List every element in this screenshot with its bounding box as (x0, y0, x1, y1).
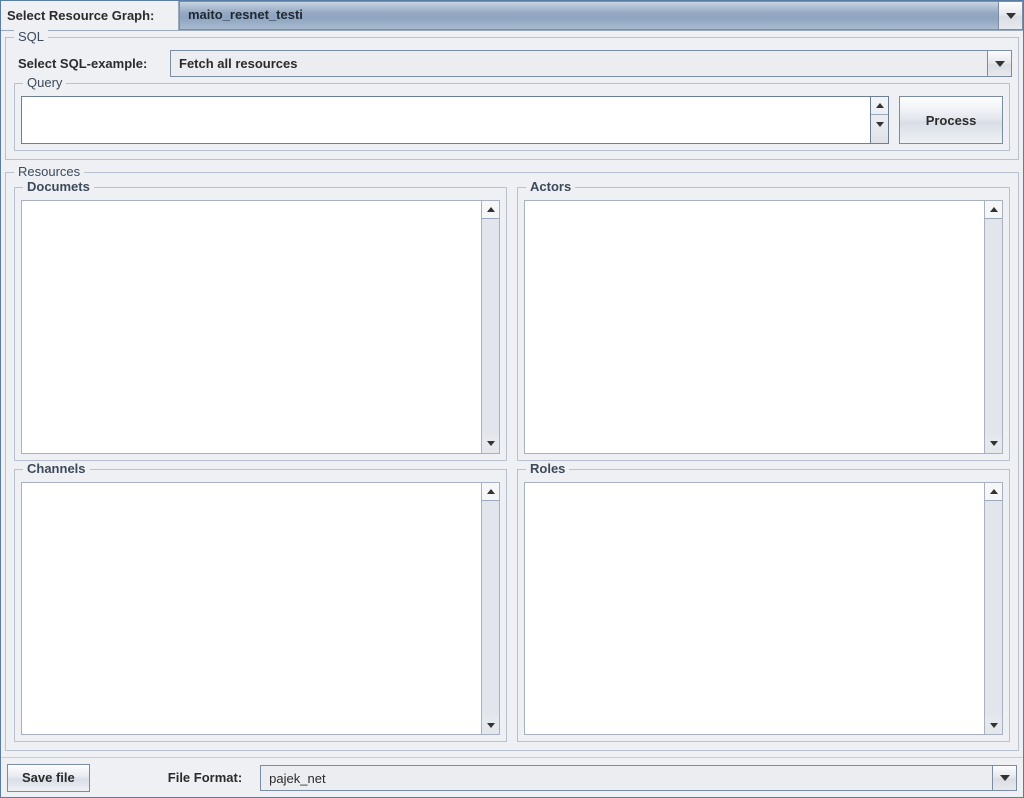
roles-list[interactable] (525, 483, 984, 735)
sql-example-dropdown-button[interactable] (988, 50, 1012, 77)
actors-scrollbar[interactable] (984, 201, 1002, 453)
roles-list-wrap (524, 482, 1003, 736)
sql-example-label: Select SQL-example: (12, 50, 170, 77)
documents-scroll-up-button[interactable] (482, 201, 499, 219)
documents-panel: Documets (14, 187, 507, 461)
documents-list[interactable] (22, 201, 481, 453)
actors-list[interactable] (525, 201, 984, 453)
file-format-combo[interactable]: pajek_net (260, 765, 1017, 791)
channels-scroll-up-button[interactable] (482, 483, 499, 501)
sql-example-combo[interactable]: Fetch all resources (170, 50, 1012, 77)
chevron-down-icon (995, 61, 1005, 67)
documents-list-wrap (21, 200, 500, 454)
process-button[interactable]: Process (899, 96, 1003, 144)
actors-list-wrap (524, 200, 1003, 454)
documents-scroll-track[interactable] (482, 219, 499, 435)
actors-scroll-track[interactable] (985, 219, 1002, 435)
file-format-value: pajek_net (260, 765, 993, 791)
query-scroll-up-button[interactable] (871, 97, 888, 115)
chevron-down-icon (876, 122, 884, 127)
channels-scroll-track[interactable] (482, 501, 499, 717)
resource-graph-combo[interactable]: maito_resnet_testi (179, 1, 1023, 30)
channels-scroll-down-button[interactable] (482, 716, 499, 734)
roles-legend: Roles (526, 461, 569, 476)
main-window: Select Resource Graph: maito_resnet_test… (0, 0, 1024, 798)
chevron-up-icon (990, 489, 998, 494)
resource-graph-row: Select Resource Graph: maito_resnet_test… (1, 1, 1023, 31)
chevron-down-icon (1006, 13, 1016, 19)
query-textarea-wrap (21, 96, 889, 144)
roles-scrollbar[interactable] (984, 483, 1002, 735)
channels-panel: Channels (14, 469, 507, 743)
query-group: Query Process (14, 83, 1010, 151)
resource-graph-label: Select Resource Graph: (1, 1, 179, 30)
chevron-down-icon (1000, 775, 1010, 781)
save-file-button[interactable]: Save file (7, 764, 90, 792)
chevron-up-icon (487, 207, 495, 212)
query-scrollbar[interactable] (870, 97, 888, 143)
documents-scroll-down-button[interactable] (482, 435, 499, 453)
chevron-down-icon (487, 723, 495, 728)
roles-scroll-track[interactable] (985, 501, 1002, 717)
bottom-row: Save file File Format: pajek_net (1, 757, 1023, 797)
documents-scrollbar[interactable] (481, 201, 499, 453)
actors-scroll-up-button[interactable] (985, 201, 1002, 219)
channels-list[interactable] (22, 483, 481, 735)
chevron-up-icon (876, 103, 884, 108)
sql-legend: SQL (14, 29, 48, 44)
query-input[interactable] (22, 97, 870, 143)
documents-legend: Documets (23, 179, 94, 194)
roles-scroll-down-button[interactable] (985, 716, 1002, 734)
resource-graph-value: maito_resnet_testi (179, 1, 999, 30)
channels-list-wrap (21, 482, 500, 736)
roles-panel: Roles (517, 469, 1010, 743)
channels-scrollbar[interactable] (481, 483, 499, 735)
resources-legend: Resources (14, 164, 84, 179)
chevron-down-icon (990, 723, 998, 728)
resources-group: Resources Documets Actors (5, 172, 1019, 751)
channels-legend: Channels (23, 461, 90, 476)
chevron-up-icon (990, 207, 998, 212)
query-row: Process (21, 96, 1003, 144)
sql-example-row: Select SQL-example: Fetch all resources (12, 50, 1012, 77)
actors-panel: Actors (517, 187, 1010, 461)
roles-scroll-up-button[interactable] (985, 483, 1002, 501)
query-legend: Query (23, 75, 66, 90)
sql-example-value: Fetch all resources (170, 50, 988, 77)
file-format-dropdown-button[interactable] (993, 765, 1017, 791)
resources-grid: Documets Actors (12, 185, 1012, 744)
query-scroll-down-button[interactable] (871, 115, 888, 133)
chevron-down-icon (487, 441, 495, 446)
actors-scroll-down-button[interactable] (985, 435, 1002, 453)
chevron-down-icon (990, 441, 998, 446)
actors-legend: Actors (526, 179, 575, 194)
file-format-label: File Format: (168, 770, 242, 785)
resource-graph-dropdown-button[interactable] (999, 1, 1023, 30)
sql-group: SQL Select SQL-example: Fetch all resour… (5, 37, 1019, 160)
chevron-up-icon (487, 489, 495, 494)
